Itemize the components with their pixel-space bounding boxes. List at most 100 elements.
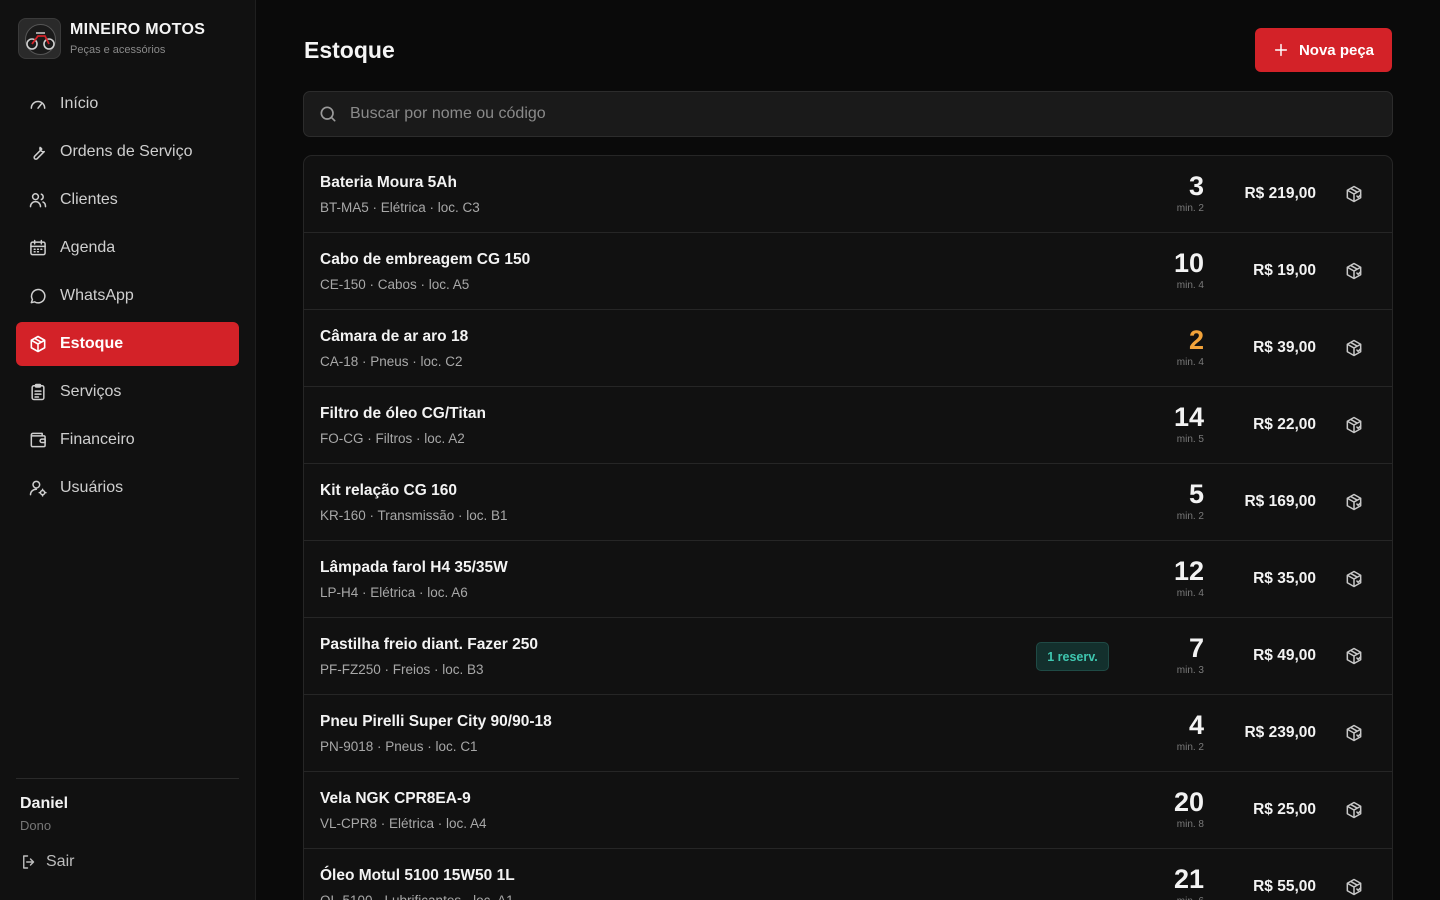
sidebar-item-estoque[interactable]: Estoque — [16, 322, 239, 366]
sidebar-item-label: Estoque — [60, 335, 124, 352]
sidebar-item-label: Início — [60, 95, 99, 112]
motorcycle-logo — [18, 18, 61, 59]
sidebar-item-label: WhatsApp — [60, 287, 134, 304]
item-meta: PN-9018 · Pneus · loc. C1 — [320, 739, 478, 754]
brand-subtitle: Peças e acessórios — [70, 44, 166, 56]
stock-row[interactable]: Pastilha freio diant. Fazer 250 PF-FZ250 … — [304, 618, 1392, 695]
new-part-button[interactable]: Nova peça — [1255, 28, 1392, 72]
plus-icon — [1274, 43, 1288, 57]
item-quantity: 3 — [1188, 171, 1204, 201]
user-name: Daniel — [20, 795, 69, 812]
item-price: R$ 55,00 — [1253, 878, 1316, 895]
package-icon — [28, 334, 48, 354]
stock-movement-icon[interactable] — [1344, 492, 1364, 512]
item-meta: FO-CG · Filtros · loc. A2 — [320, 431, 465, 446]
search-input[interactable] — [350, 105, 1250, 123]
logout-button[interactable]: Sair — [20, 853, 74, 871]
item-quantity: 2 — [1188, 325, 1204, 355]
search-bar — [303, 91, 1393, 137]
item-quantity: 14 — [1173, 402, 1204, 432]
item-quantity: 20 — [1173, 787, 1204, 817]
stock-row[interactable]: Lâmpada farol H4 35/35W LP-H4 · Elétrica … — [304, 541, 1392, 618]
stock-movement-icon[interactable] — [1344, 569, 1364, 589]
stock-row[interactable]: Vela NGK CPR8EA-9 VL-CPR8 · Elétrica · lo… — [304, 772, 1392, 849]
item-min-quantity: min. 6 — [1177, 896, 1204, 900]
item-price: R$ 169,00 — [1244, 493, 1316, 510]
item-min-quantity: min. 2 — [1176, 511, 1204, 522]
stock-row[interactable]: Cabo de embreagem CG 150 CE-150 · Cabos ·… — [304, 233, 1392, 310]
sidebar-item-ordens[interactable]: Ordens de Serviço — [16, 130, 239, 174]
user-role: Dono — [20, 818, 52, 833]
item-name: Lâmpada farol H4 35/35W — [320, 559, 508, 576]
item-price: R$ 19,00 — [1253, 262, 1316, 279]
search-icon — [320, 106, 336, 122]
stock-movement-icon[interactable] — [1344, 646, 1364, 666]
brand-name: MINEIRO MOTOS — [70, 21, 206, 38]
item-quantity: 5 — [1188, 479, 1204, 509]
item-name: Vela NGK CPR8EA-9 — [320, 790, 471, 807]
sidebar-item-inicio[interactable]: Início — [16, 82, 239, 126]
sidebar-item-financeiro[interactable]: Financeiro — [16, 418, 239, 462]
item-meta: CA-18 · Pneus · loc. C2 — [320, 354, 463, 369]
users-icon — [28, 190, 48, 210]
logout-label: Sair — [46, 853, 75, 870]
item-name: Câmara de ar aro 18 — [320, 328, 469, 345]
stock-movement-icon[interactable] — [1344, 261, 1364, 281]
sidebar-item-label: Serviços — [60, 383, 122, 400]
sidebar: MINEIRO MOTOS Peças e acessórios Início … — [0, 0, 256, 900]
stock-row[interactable]: Kit relação CG 160 KR-160 · Transmissão ·… — [304, 464, 1392, 541]
item-meta: VL-CPR8 · Elétrica · loc. A4 — [320, 816, 487, 831]
sidebar-nav: Início Ordens de Serviço Clientes Agenda… — [16, 82, 239, 514]
item-name: Pastilha freio diant. Fazer 250 — [320, 636, 538, 653]
stock-row[interactable]: Óleo Motul 5100 15W50 1L OL-5100 · Lubrif… — [304, 849, 1392, 900]
stock-movement-icon[interactable] — [1344, 415, 1364, 435]
sidebar-item-agenda[interactable]: Agenda — [16, 226, 239, 270]
item-price: R$ 219,00 — [1244, 185, 1316, 202]
sidebar-item-label: Ordens de Serviço — [60, 143, 193, 160]
sidebar-item-label: Financeiro — [60, 431, 135, 448]
sidebar-item-usuarios[interactable]: Usuários — [16, 466, 239, 510]
stock-row[interactable]: Filtro de óleo CG/Titan FO-CG · Filtros ·… — [304, 387, 1392, 464]
item-quantity: 7 — [1188, 633, 1204, 663]
item-price: R$ 22,00 — [1253, 416, 1316, 433]
sidebar-divider — [16, 778, 239, 779]
sidebar-item-label: Agenda — [60, 239, 116, 256]
item-name: Cabo de embreagem CG 150 — [320, 251, 531, 268]
stock-movement-icon[interactable] — [1344, 338, 1364, 358]
item-meta: PF-FZ250 · Freios · loc. B3 — [320, 662, 484, 677]
sidebar-item-servicos[interactable]: Serviços — [16, 370, 239, 414]
item-min-quantity: min. 4 — [1176, 357, 1204, 368]
stock-movement-icon[interactable] — [1344, 184, 1364, 204]
sidebar-item-label: Clientes — [60, 191, 118, 208]
stock-movement-icon[interactable] — [1344, 877, 1364, 897]
sidebar-item-clientes[interactable]: Clientes — [16, 178, 239, 222]
clipboard-icon — [28, 382, 48, 402]
item-meta: CE-150 · Cabos · loc. A5 — [320, 277, 470, 292]
logout-icon — [23, 855, 35, 869]
item-price: R$ 35,00 — [1253, 570, 1316, 587]
stock-movement-icon[interactable] — [1344, 723, 1364, 743]
user-gear-icon — [28, 478, 48, 498]
item-min-quantity: min. 5 — [1176, 434, 1204, 445]
calendar-icon — [28, 238, 48, 258]
brand[interactable]: MINEIRO MOTOS Peças e acessórios — [18, 18, 205, 59]
item-min-quantity: min. 8 — [1176, 819, 1204, 830]
item-meta: OL-5100 · Lubrificantes · loc. A1 — [320, 893, 514, 900]
item-price: R$ 39,00 — [1253, 339, 1316, 356]
wrench-icon — [28, 142, 48, 162]
item-meta: LP-H4 · Elétrica · loc. A6 — [320, 585, 468, 600]
item-meta: BT-MA5 · Elétrica · loc. C3 — [320, 200, 480, 215]
sidebar-item-label: Usuários — [60, 479, 124, 496]
item-price: R$ 239,00 — [1244, 724, 1316, 741]
item-name: Pneu Pirelli Super City 90/90-18 — [320, 713, 552, 730]
stock-row[interactable]: Pneu Pirelli Super City 90/90-18 PN-9018 … — [304, 695, 1392, 772]
stock-row[interactable]: Câmara de ar aro 18 CA-18 · Pneus · loc. … — [304, 310, 1392, 387]
item-name: Filtro de óleo CG/Titan — [320, 405, 486, 422]
item-name: Kit relação CG 160 — [320, 482, 457, 499]
item-min-quantity: min. 4 — [1176, 280, 1204, 291]
item-name: Bateria Moura 5Ah — [320, 174, 457, 191]
sidebar-item-whatsapp[interactable]: WhatsApp — [16, 274, 239, 318]
stock-row[interactable]: Bateria Moura 5Ah BT-MA5 · Elétrica · loc… — [304, 156, 1392, 233]
stock-movement-icon[interactable] — [1344, 800, 1364, 820]
item-quantity: 12 — [1173, 556, 1204, 586]
